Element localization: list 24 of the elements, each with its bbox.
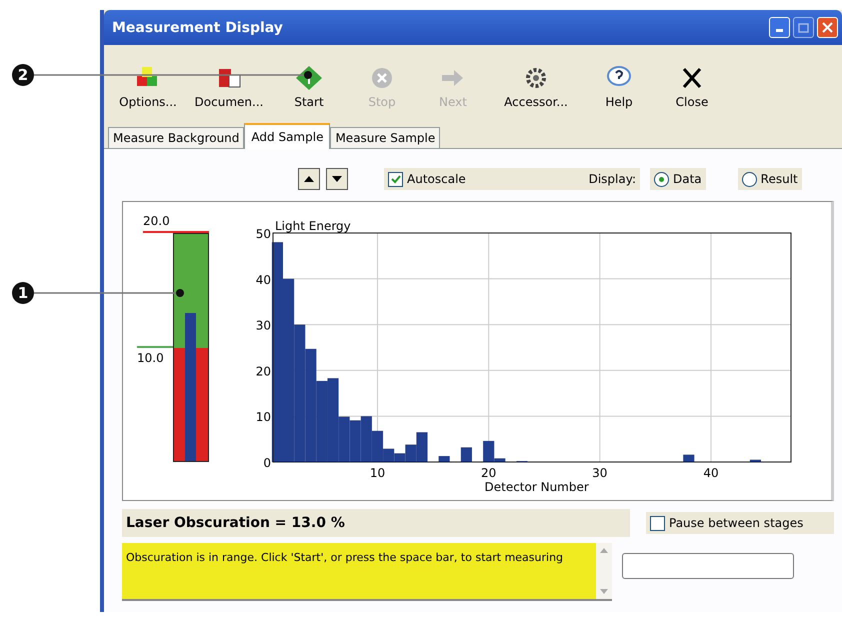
radio-label: Result: [760, 172, 798, 186]
callout-number: 2: [12, 64, 34, 86]
display-label: Display:: [588, 172, 636, 186]
gauge-max-label: 20.0: [143, 214, 170, 228]
chart-title: Light Energy: [275, 219, 351, 233]
gauge-threshold-label: 10.0: [137, 351, 164, 365]
x-tick-label: 20: [481, 466, 496, 480]
radio-label: Data: [673, 172, 702, 186]
callout-number: 1: [12, 282, 34, 304]
x-tick-label: 40: [703, 466, 719, 480]
autoscale-label: Autoscale: [407, 172, 466, 186]
y-tick-label: 50: [256, 227, 271, 241]
x-tick-label: 30: [592, 466, 608, 480]
x-tick-label: 10: [370, 466, 386, 480]
y-tick-label: 30: [256, 318, 271, 333]
status-message: Obscuration is in range. Click 'Start', or press the space bar, to start measuring: [125, 550, 564, 566]
window-title: Measurement Display: [112, 20, 284, 36]
y-tick-label: 40: [256, 272, 271, 287]
y-tick-label: 20: [256, 364, 271, 378]
obscuration-readout: Laser Obscuration = 13.0 %: [122, 509, 630, 537]
y-tick-label: 0: [263, 456, 271, 470]
pause-label: Pause between stages: [669, 516, 804, 530]
y-tick-label: 10: [256, 410, 271, 424]
x-axis-label: Detector Number: [484, 480, 589, 494]
